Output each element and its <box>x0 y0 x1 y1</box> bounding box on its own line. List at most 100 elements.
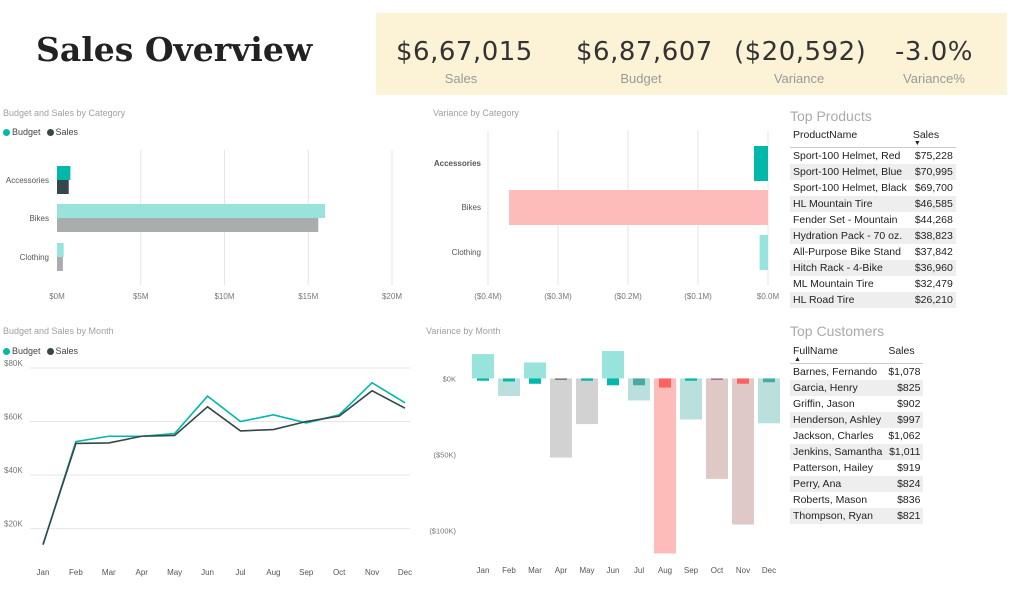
variance-bar-foreground[interactable] <box>659 378 671 388</box>
bar-budget[interactable] <box>57 243 64 257</box>
table-row[interactable]: Thompson, Ryan $821 <box>790 508 924 524</box>
cell-sales: $1,011 <box>885 444 924 460</box>
bar-sales[interactable] <box>57 218 319 232</box>
kpi-variance[interactable]: ($20,592) Variance <box>734 37 866 86</box>
cell-sales: $919 <box>897 462 921 474</box>
variance-bar-background[interactable] <box>732 378 754 525</box>
variance-bar-foreground[interactable] <box>763 378 775 383</box>
variance-bar-background[interactable] <box>654 378 676 554</box>
bar-budget[interactable] <box>57 166 71 180</box>
table-row[interactable]: Griffin, Jason $902 <box>790 396 923 412</box>
table-row[interactable]: Fender Set - Mountain $44,268 <box>790 212 956 228</box>
y-tick-label: $20K <box>4 520 23 529</box>
variance-bar-background[interactable] <box>472 354 494 379</box>
chart-variance-by-category[interactable]: ($0.4M) ($0.3M) ($0.2M) ($0.1M) $0.0M Accesso… <box>420 120 790 310</box>
variance-bar-foreground[interactable] <box>633 378 645 386</box>
legend-dot-icon <box>3 348 10 356</box>
cell-sales: $69,700 <box>914 182 953 194</box>
variance-bar-foreground[interactable] <box>555 378 567 380</box>
x-tick-label: $5M <box>133 292 149 301</box>
table-row[interactable]: Roberts, Mason $836 <box>790 492 923 508</box>
x-tick-label: Jan <box>477 566 490 575</box>
x-tick-label: Oct <box>711 566 724 575</box>
bar-variance[interactable] <box>509 190 768 225</box>
kpi-value: -3.0% <box>895 37 973 67</box>
bar-sales[interactable] <box>57 257 63 271</box>
legend-label: Budget <box>12 346 41 356</box>
bar-variance[interactable] <box>759 235 768 270</box>
kpi-variance-percent[interactable]: -3.0% Variance% <box>884 37 984 86</box>
cell-name: Perry, Ana <box>790 476 886 492</box>
table-row[interactable]: All-Purpose Bike Stand $37,842 <box>790 244 956 260</box>
table-row[interactable]: Hitch Rack - 4-Bike $36,960 <box>790 260 956 276</box>
chart-budget-sales-by-month[interactable]: $20K $40K $60K $80K Jan Feb Mar Apr May Jun Jul Aug… <box>0 360 420 585</box>
variance-bar-background[interactable] <box>576 378 598 425</box>
x-tick-label: ($0.2M) <box>614 292 642 301</box>
table-row[interactable]: Jackson, Charles $1,062 <box>790 428 923 444</box>
variance-bar-background[interactable] <box>680 378 702 420</box>
series-line-sales[interactable] <box>42 389 406 545</box>
x-tick-label: Jan <box>37 568 50 577</box>
cell-name: HL Road Tire <box>790 292 910 308</box>
legend-item-budget[interactable]: Budget <box>3 127 41 137</box>
variance-bar-foreground[interactable] <box>581 378 593 381</box>
variance-bar-foreground[interactable] <box>607 378 619 386</box>
variance-bar-background[interactable] <box>524 362 546 379</box>
x-tick-label: $15M <box>298 292 318 301</box>
legend-item-budget[interactable]: Budget <box>3 346 41 356</box>
legend-item-sales[interactable]: Sales <box>46 127 79 137</box>
cell-sales: $32,479 <box>914 278 953 290</box>
variance-bar-foreground[interactable] <box>529 378 541 384</box>
legend-label: Sales <box>55 127 79 137</box>
column-header-fullname[interactable]: FullName ▲ <box>790 342 886 364</box>
table-row[interactable]: Garcia, Henry $825 <box>790 380 924 396</box>
table-row[interactable]: ML Mountain Tire $32,479 <box>790 276 956 292</box>
variance-bar-background[interactable] <box>758 378 780 424</box>
cell-sales: $44,268 <box>914 214 953 226</box>
cell-sales: $997 <box>885 412 924 428</box>
kpi-budget[interactable]: $6,87,607 Budget <box>576 37 712 86</box>
table-row[interactable]: Sport-100 Helmet, Black $69,700 <box>790 180 956 196</box>
cell-name: Jenkins, Samantha <box>790 444 886 460</box>
variance-bar-foreground[interactable] <box>711 378 723 380</box>
table-row[interactable]: Jenkins, Samantha $1,011 <box>790 444 924 460</box>
cell-sales: $824 <box>885 476 924 492</box>
cell-name: HL Mountain Tire <box>790 196 910 212</box>
table-row[interactable]: Perry, Ana $824 <box>790 476 924 492</box>
table-row[interactable]: Hydration Pack - 70 oz. $38,823 <box>790 228 956 244</box>
page-title: Sales Overview <box>36 30 313 69</box>
variance-bar-background[interactable] <box>550 378 572 458</box>
cell-name: Patterson, Hailey <box>793 462 873 474</box>
bar-budget[interactable] <box>57 204 325 218</box>
variance-bar-background[interactable] <box>706 378 728 479</box>
table-row[interactable]: HL Mountain Tire $46,585 <box>790 196 956 212</box>
column-header-productname[interactable]: ProductName <box>790 126 910 148</box>
variance-bar-foreground[interactable] <box>737 378 749 384</box>
chart-variance-by-month[interactable]: $0K ($50K) ($100K) Jan Feb Mar Apr May Jun Jul Aug… <box>420 340 790 585</box>
cell-name: Garcia, Henry <box>790 380 886 396</box>
table-row[interactable]: Barnes, Fernando $1,078 <box>790 364 923 381</box>
variance-bar-background[interactable] <box>602 351 624 379</box>
cell-sales: $26,210 <box>909 292 956 308</box>
chart-budget-sales-by-category[interactable]: $0M $5M $10M $15M $20M Accessories Bikes Clothi… <box>0 140 420 310</box>
table-row[interactable]: Sport-100 Helmet, Red $75,228 <box>790 148 956 165</box>
table-row[interactable]: Sport-100 Helmet, Blue $70,995 <box>790 164 956 180</box>
table-row[interactable]: Patterson, Hailey $919 <box>790 460 923 476</box>
cell-sales: $36,960 <box>909 260 956 276</box>
variance-bar-foreground[interactable] <box>503 378 515 382</box>
table-row[interactable]: Henderson, Ashley $997 <box>790 412 924 428</box>
variance-bar-foreground[interactable] <box>685 378 697 381</box>
column-header-sales[interactable]: Sales <box>885 342 924 364</box>
bar-sales[interactable] <box>57 180 69 194</box>
kpi-sales[interactable]: $6,67,015 Sales <box>396 37 532 86</box>
kpi-label: Budget <box>620 71 662 86</box>
y-tick-label: ($100K) <box>429 527 456 536</box>
bar-variance[interactable] <box>754 146 768 181</box>
variance-bar-foreground[interactable] <box>477 378 489 381</box>
table-row[interactable]: HL Road Tire $26,210 <box>790 292 956 308</box>
cell-name: Sport-100 Helmet, Black <box>793 182 907 194</box>
column-header-sales[interactable]: Sales ▼ <box>909 126 956 148</box>
legend-item-sales[interactable]: Sales <box>46 346 78 356</box>
cell-name: Sport-100 Helmet, Blue <box>790 164 910 180</box>
top-customers-title: Top Customers <box>790 323 885 339</box>
